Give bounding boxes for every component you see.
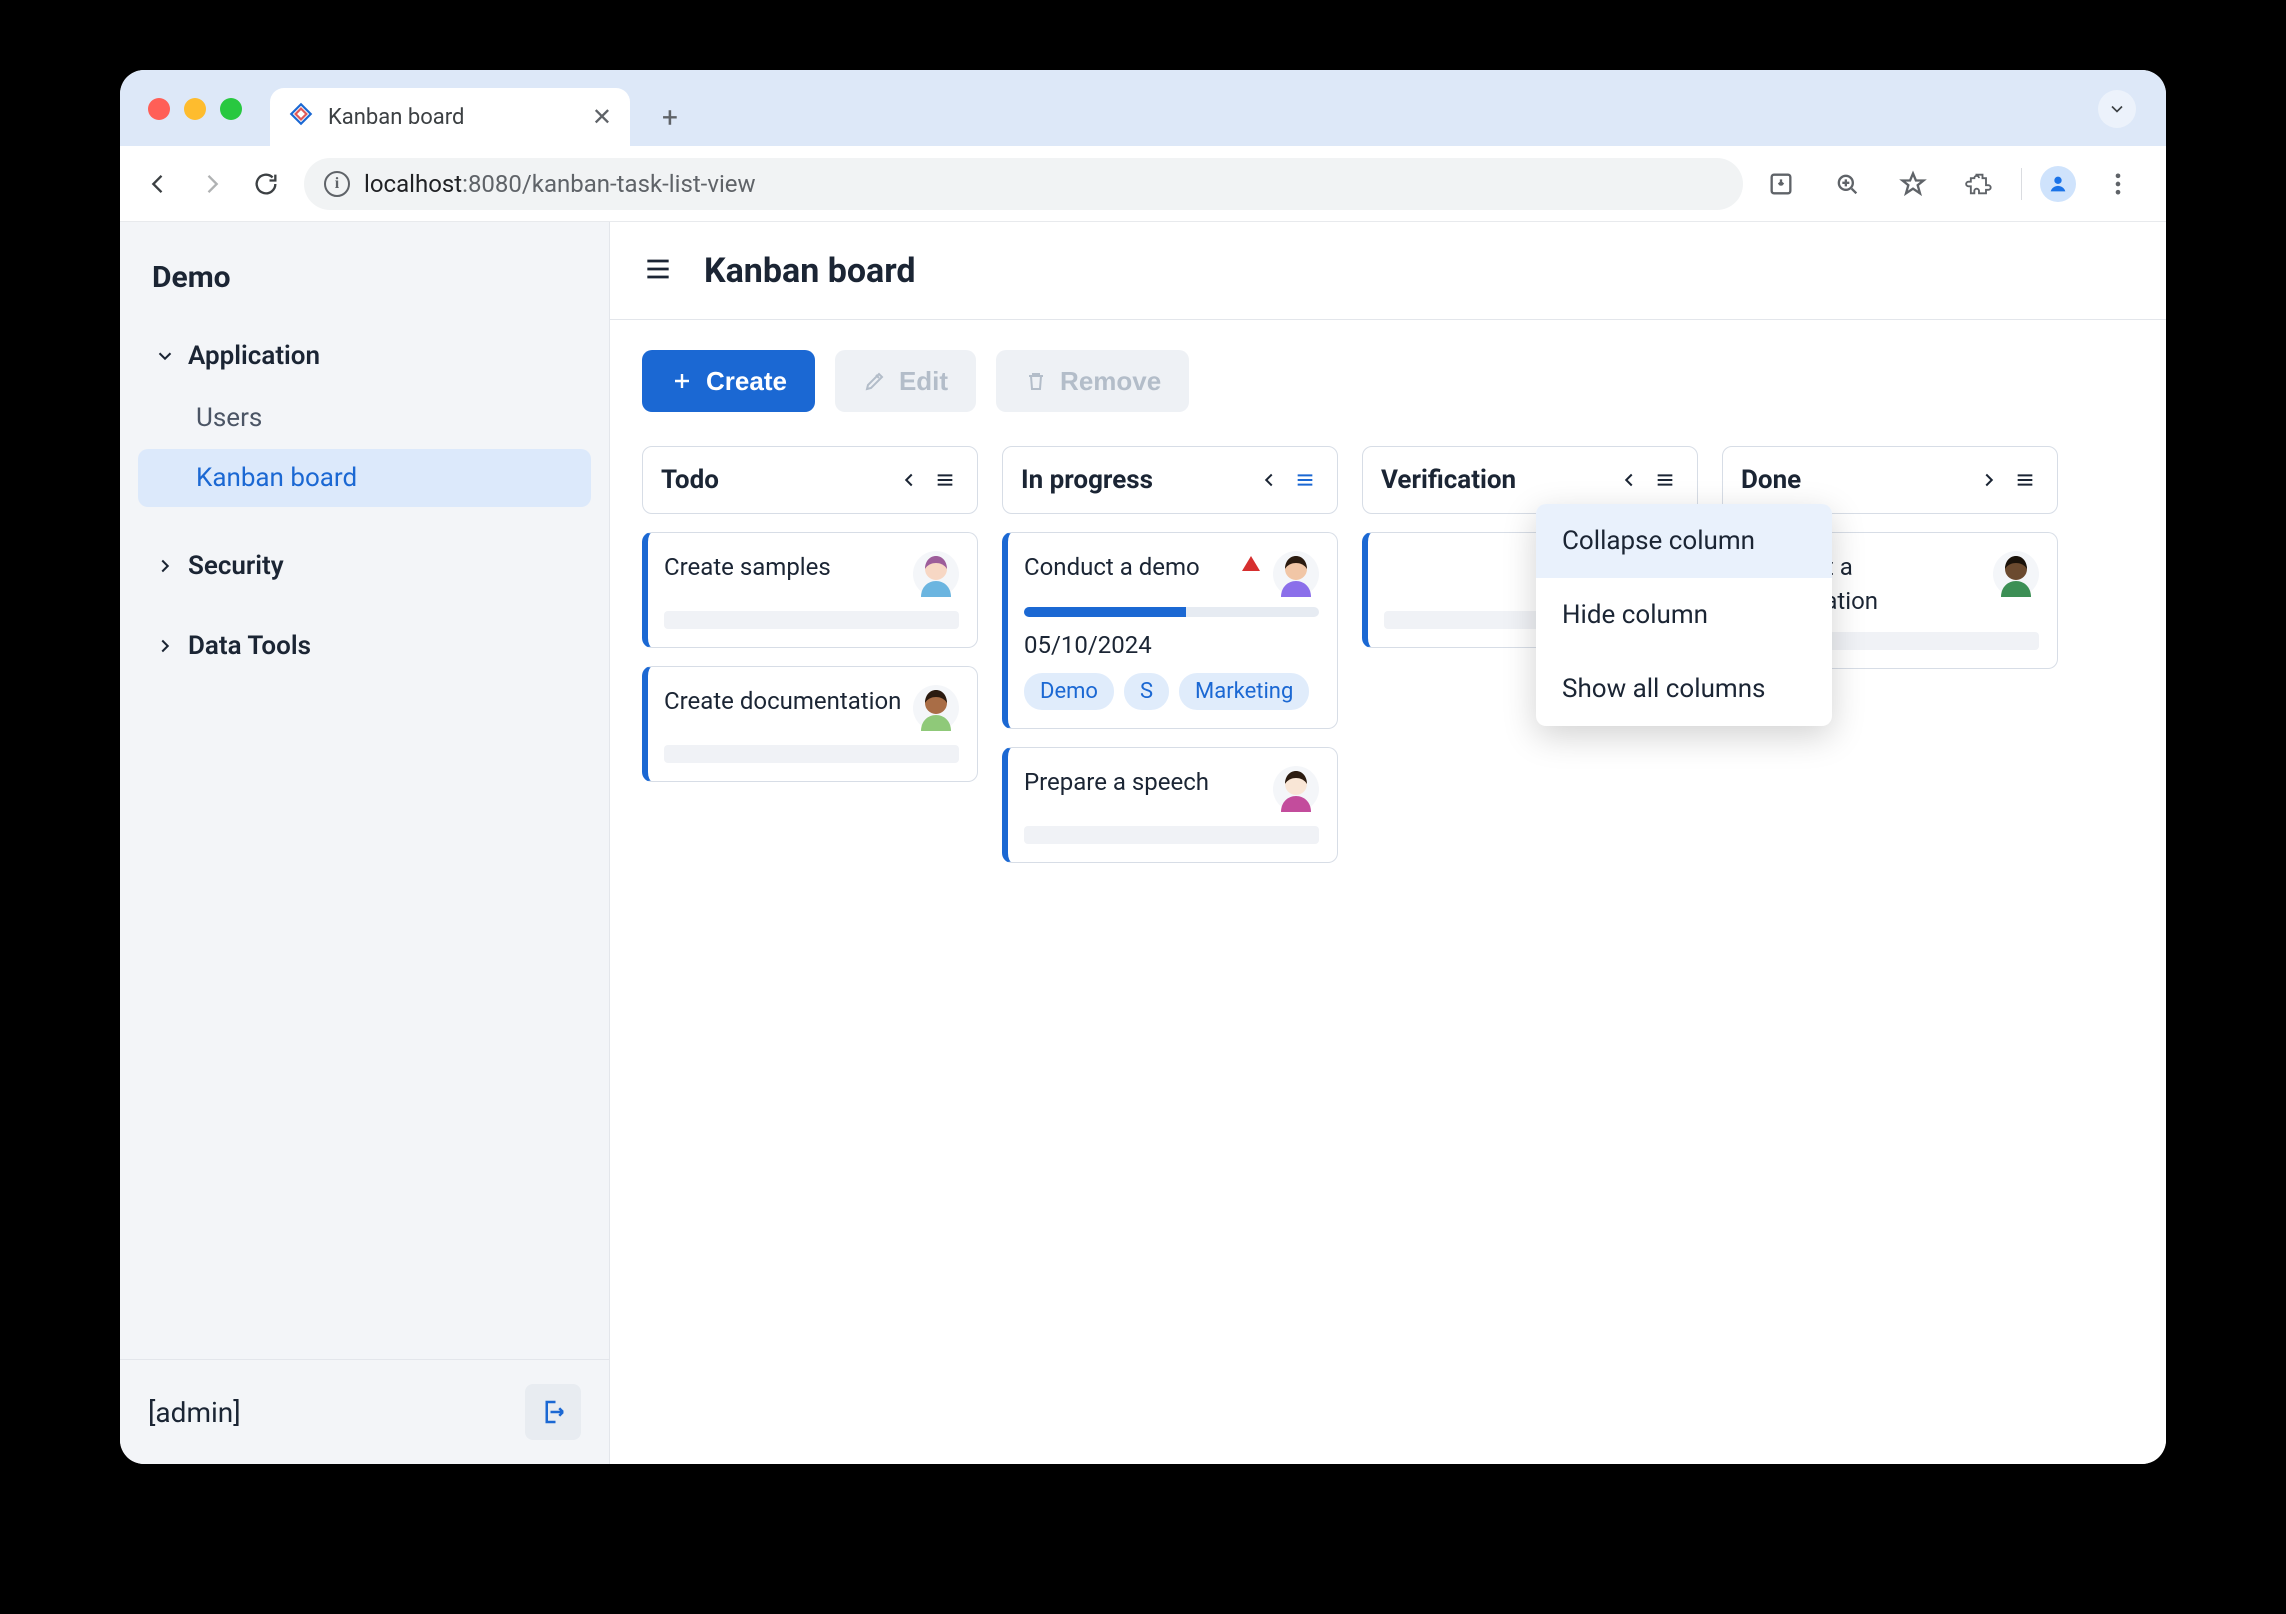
nav-group-label: Security: [188, 551, 284, 581]
chevron-right-icon: [154, 635, 176, 657]
create-button[interactable]: Create: [642, 350, 815, 412]
kanban-card[interactable]: Create documentation: [642, 666, 978, 782]
column-title: Verification: [1381, 465, 1607, 495]
column-menu-icon[interactable]: [1291, 466, 1319, 494]
nav-group-application[interactable]: Application: [130, 325, 599, 387]
bookmark-icon[interactable]: [1889, 160, 1937, 208]
zoom-icon[interactable]: [1823, 160, 1871, 208]
topbar: Kanban board: [610, 222, 2166, 320]
kanban-board: Todo Create samples Create documentation…: [610, 446, 2166, 903]
placeholder: [664, 611, 959, 629]
back-button[interactable]: [134, 160, 182, 208]
brand-label: Demo: [152, 260, 577, 295]
avatar: [1993, 551, 2039, 597]
menu-item[interactable]: Hide column: [1536, 578, 1832, 652]
browser-tab-bar: Kanban board ✕ +: [120, 70, 2166, 146]
url-input[interactable]: i localhost:8080/kanban-task-list-view: [304, 158, 1743, 210]
column-collapse-icon[interactable]: [1975, 466, 2003, 494]
column-title: Done: [1741, 465, 1967, 495]
profile-button[interactable]: [2040, 166, 2076, 202]
address-bar: i localhost:8080/kanban-task-list-view: [120, 146, 2166, 222]
reload-button[interactable]: [242, 160, 290, 208]
kanban-card[interactable]: Conduct a demo 05/10/2024 Demo S Marketing: [1002, 532, 1338, 729]
nav-group-label: Application: [188, 341, 320, 371]
forward-button[interactable]: [188, 160, 236, 208]
tag[interactable]: S: [1124, 673, 1169, 710]
column-collapse-icon[interactable]: [1615, 466, 1643, 494]
install-app-icon[interactable]: [1757, 160, 1805, 208]
tab-close-icon[interactable]: ✕: [592, 103, 612, 131]
avatar: [1273, 766, 1319, 812]
minimize-window-button[interactable]: [184, 98, 206, 120]
nav-group-data-tools[interactable]: Data Tools: [130, 615, 599, 677]
side-nav: Application Users Kanban board Security …: [120, 305, 609, 1359]
current-user-label: [admin]: [148, 1396, 241, 1429]
new-tab-button[interactable]: +: [650, 88, 690, 146]
column-menu-icon[interactable]: [931, 466, 959, 494]
tag[interactable]: Marketing: [1179, 673, 1309, 710]
favicon-icon: [288, 101, 314, 133]
placeholder: [1024, 826, 1319, 844]
menu-toggle-button[interactable]: [642, 253, 678, 289]
kanban-card[interactable]: Prepare a speech: [1002, 747, 1338, 863]
avatar: [913, 685, 959, 731]
nav-item-users[interactable]: Users: [138, 389, 591, 447]
tab-title: Kanban board: [328, 105, 578, 130]
kanban-column: In progress Conduct a demo 05/10/2024 Dem…: [1002, 446, 1338, 863]
chevron-down-icon: [154, 345, 176, 367]
nav-group-label: Data Tools: [188, 631, 311, 661]
create-label: Create: [706, 366, 787, 397]
progress-bar: [1024, 607, 1319, 617]
logout-button[interactable]: [525, 1384, 581, 1440]
page-title: Kanban board: [704, 251, 916, 291]
card-title: Create documentation: [664, 685, 903, 731]
card-title: Conduct a demo: [1024, 551, 1229, 597]
tab-list-button[interactable]: [2098, 90, 2136, 128]
nav-item-kanban-board[interactable]: Kanban board: [138, 449, 591, 507]
chevron-right-icon: [154, 555, 176, 577]
sidebar: Demo Application Users Kanban board Secu…: [120, 222, 610, 1464]
main-content: Kanban board Create Edit Remove Todo: [610, 222, 2166, 1464]
column-collapse-icon[interactable]: [895, 466, 923, 494]
app-shell: Demo Application Users Kanban board Secu…: [120, 222, 2166, 1464]
toolbar: Create Edit Remove: [610, 320, 2166, 446]
edit-button: Edit: [835, 350, 976, 412]
site-info-icon[interactable]: i: [324, 171, 350, 197]
kanban-card[interactable]: Create samples: [642, 532, 978, 648]
column-title: In progress: [1021, 465, 1247, 495]
more-menu-icon[interactable]: [2094, 160, 2142, 208]
remove-button: Remove: [996, 350, 1189, 412]
divider: [2021, 168, 2022, 200]
card-title: Prepare a speech: [1024, 766, 1263, 812]
remove-label: Remove: [1060, 366, 1161, 397]
sidebar-footer: [admin]: [120, 1359, 609, 1464]
column-menu-icon[interactable]: [2011, 466, 2039, 494]
url-text: localhost:8080/kanban-task-list-view: [364, 170, 756, 198]
window-controls: [148, 98, 242, 120]
nav-group-security[interactable]: Security: [130, 535, 599, 597]
avatar: [913, 551, 959, 597]
extensions-icon[interactable]: [1955, 160, 2003, 208]
browser-tab[interactable]: Kanban board ✕: [270, 88, 630, 146]
kanban-column: Todo Create samples Create documentation: [642, 446, 978, 863]
avatar: [1273, 551, 1319, 597]
menu-item[interactable]: Collapse column: [1536, 504, 1832, 578]
placeholder: [664, 745, 959, 763]
close-window-button[interactable]: [148, 98, 170, 120]
edit-label: Edit: [899, 366, 948, 397]
card-title: Create samples: [664, 551, 903, 597]
menu-item[interactable]: Show all columns: [1536, 652, 1832, 726]
card-date: 05/10/2024: [1024, 631, 1319, 659]
column-context-menu: Collapse columnHide columnShow all colum…: [1536, 504, 1832, 726]
tag[interactable]: Demo: [1024, 673, 1114, 710]
priority-flag-icon: [1239, 551, 1263, 575]
card-tags: Demo S Marketing: [1024, 673, 1319, 710]
browser-window: Kanban board ✕ + i localhost:8080/kanban…: [120, 70, 2166, 1464]
column-header: In progress: [1002, 446, 1338, 514]
column-title: Todo: [661, 465, 887, 495]
column-header: Todo: [642, 446, 978, 514]
column-menu-icon[interactable]: [1651, 466, 1679, 494]
maximize-window-button[interactable]: [220, 98, 242, 120]
column-collapse-icon[interactable]: [1255, 466, 1283, 494]
